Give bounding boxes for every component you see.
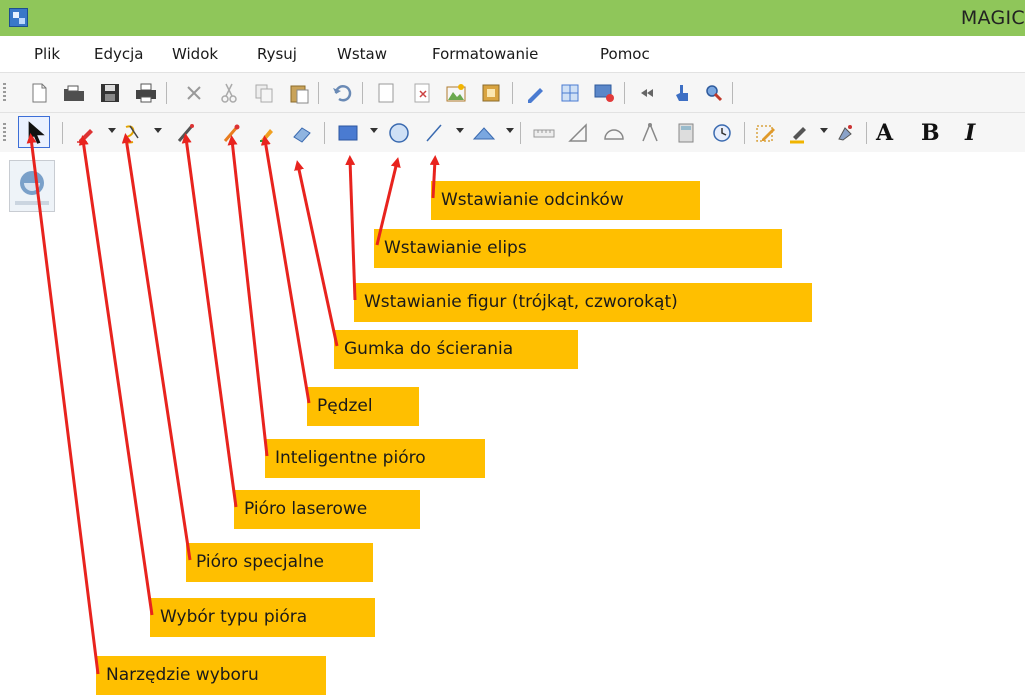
menu-draw[interactable]: Rysuj [257,45,297,63]
app-icon [9,8,28,27]
callout-shapes: Wstawianie figur (trójkąt, czworokąt) [354,283,812,322]
callout-eraser: Gumka do ścierania [334,330,578,369]
toolbar-separator [732,82,733,104]
select-tool-button[interactable] [18,116,50,148]
callout-pen-type: Wybór typu pióra [150,598,375,637]
special-pen-icon[interactable] [118,119,146,147]
menu-view[interactable]: Widok [172,45,218,63]
toolbar-separator [166,82,167,104]
menu-bar: Plik Edycja Widok Rysuj Wstaw Formatowan… [0,36,1025,72]
smart-pen-icon[interactable] [218,119,246,147]
bold-button[interactable]: B [921,120,940,146]
open-folder-icon[interactable] [60,79,88,107]
menu-format[interactable]: Formatowanie [432,45,538,63]
triangle-dropdown[interactable] [506,128,514,133]
italic-button[interactable]: I [965,120,975,146]
hand-pointer-icon[interactable] [668,79,696,107]
toolbar-separator [520,122,521,144]
undo-icon[interactable] [328,79,356,107]
insert-image-icon[interactable] [442,79,470,107]
callout-laser-pen: Pióro laserowe [234,490,420,529]
triangle-icon[interactable] [470,119,498,147]
bold-font-button[interactable]: A [876,120,893,146]
save-icon[interactable] [96,79,124,107]
toolbar-separator [362,82,363,104]
title-bar: MAGIC [0,0,1025,36]
toolbar-separator [866,122,867,144]
toolbar-separator [512,82,513,104]
ellipse-icon[interactable] [385,119,413,147]
draw-box-icon[interactable] [752,119,780,147]
gallery-icon[interactable] [477,79,505,107]
callout-ellipse: Wstawianie elips [374,229,782,268]
cursor-arrow-icon [28,121,45,144]
callout-select-tool: Narzędzie wyboru [96,656,326,695]
screen-capture-icon[interactable] [590,79,618,107]
paste-icon[interactable] [285,79,313,107]
toolbar-separator [624,82,625,104]
delete-icon[interactable] [180,79,208,107]
edit-icon[interactable] [522,79,550,107]
toolbar-separator [744,122,745,144]
highlighter-dropdown[interactable] [820,128,828,133]
special-pen-dropdown[interactable] [154,128,162,133]
menu-edit[interactable]: Edycja [94,45,143,63]
window-title: MAGIC [960,7,1025,29]
line-dropdown[interactable] [456,128,464,133]
page-thumbnail[interactable] [9,160,55,212]
line-icon[interactable] [420,119,448,147]
menu-file[interactable]: Plik [34,45,60,63]
set-square-icon[interactable] [565,119,593,147]
page-thumbnail-icon [15,171,49,205]
calculator-icon[interactable] [672,119,700,147]
toolbar-grip[interactable] [3,83,6,103]
print-icon[interactable] [132,79,160,107]
shapes-dropdown[interactable] [370,128,378,133]
menu-insert[interactable]: Wstaw [337,45,387,63]
toolbar-grip[interactable] [3,123,6,143]
rewind-icon[interactable] [634,79,662,107]
pen-type-dropdown[interactable] [108,128,116,133]
standard-toolbar [0,72,1025,113]
protractor-icon[interactable] [600,119,628,147]
callout-brush: Pędzel [307,387,419,426]
laser-pen-icon[interactable] [172,119,200,147]
ruler-icon[interactable] [530,119,558,147]
callout-segments: Wstawianie odcinków [431,181,700,220]
new-document-icon[interactable] [25,79,53,107]
eraser-icon[interactable] [288,119,316,147]
toolbar-separator [324,122,325,144]
rectangle-icon[interactable] [334,119,362,147]
copy-icon[interactable] [250,79,278,107]
color-fill-icon[interactable] [830,119,858,147]
page-icon[interactable] [372,79,400,107]
toolbar-separator [62,122,63,144]
toolbar-separator [318,82,319,104]
menu-help[interactable]: Pomoc [600,45,650,63]
compass-icon[interactable] [636,119,664,147]
drawing-toolbar: A B I [0,112,1025,154]
callout-smart-pen: Inteligentne pióro [265,439,485,478]
clock-icon[interactable] [708,119,736,147]
cut-icon[interactable] [215,79,243,107]
delete-page-icon[interactable] [408,79,436,107]
callout-special-pen: Pióro specjalne [186,543,373,582]
page-sidebar [0,152,61,692]
brush-icon[interactable] [253,119,281,147]
pen-icon[interactable] [72,119,100,147]
zoom-icon[interactable] [700,79,728,107]
highlighter-icon[interactable] [786,119,814,147]
grid-icon[interactable] [556,79,584,107]
